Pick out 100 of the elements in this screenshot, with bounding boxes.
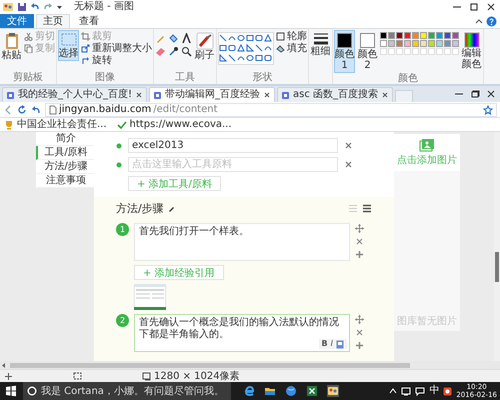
format-button[interactable]: I	[330, 339, 333, 349]
step-text-field[interactable]: 首先确认一个概念是我们的输入法默认的情况下都是半角输入的。 B I	[134, 314, 350, 352]
palette-swatch[interactable]	[436, 40, 443, 47]
palette-swatch[interactable]	[428, 40, 435, 47]
browser-tab[interactable]: 我的经验_个人中心_百度!	[2, 87, 148, 102]
image-icon[interactable]	[336, 340, 344, 348]
close-icon[interactable]	[135, 91, 144, 99]
fill-icon	[276, 44, 285, 52]
palette-swatch[interactable]	[444, 40, 451, 47]
star-icon[interactable]	[483, 104, 493, 114]
browser-tab[interactable]: 带动编辑网_百度经验	[149, 87, 276, 102]
text-tool-icon[interactable]	[181, 33, 192, 44]
copy-icon	[24, 44, 33, 52]
fill-bucket-icon[interactable]	[168, 33, 179, 44]
plus-icon[interactable]	[355, 250, 364, 259]
page-icon	[6, 90, 15, 100]
ribbon-tab[interactable]: 主页	[36, 14, 70, 28]
spreadsheet-icon[interactable]	[306, 385, 318, 397]
back-icon[interactable]	[3, 104, 13, 114]
edge-icon[interactable]	[243, 385, 255, 397]
browser-tab[interactable]: asc 函数_百度搜索	[277, 87, 394, 102]
scrollbar-thumb[interactable]	[10, 362, 410, 368]
color-slot[interactable]: 颜色 1	[334, 30, 355, 73]
network-icon[interactable]	[401, 386, 412, 396]
folder-icon[interactable]	[264, 385, 276, 397]
close-icon[interactable]	[381, 91, 390, 99]
tool-field[interactable]: excel2013	[128, 138, 338, 153]
resize-button[interactable]: 重新调整大小	[81, 42, 152, 54]
move-icon[interactable]	[355, 315, 364, 324]
rotate-button[interactable]: 旋转	[81, 54, 152, 66]
palette-swatch[interactable]	[452, 40, 459, 47]
caret-up-icon[interactable]	[389, 387, 398, 395]
paint-app-icon[interactable]	[327, 385, 339, 397]
color-slot[interactable]: 颜色 2	[357, 30, 378, 73]
undo-icon[interactable]	[31, 104, 41, 114]
color-wheel-icon	[464, 32, 480, 48]
group-label: 图像	[94, 72, 116, 84]
bookmark[interactable]: https://www.ecova...	[116, 118, 232, 130]
palette-swatch[interactable]	[380, 40, 387, 47]
globe-icon[interactable]	[285, 385, 297, 397]
line-width-button[interactable]: 粗细	[310, 30, 331, 59]
paste-button[interactable]: 粘贴	[1, 30, 22, 63]
palette-swatch[interactable]	[396, 32, 403, 39]
palette-swatch[interactable]	[428, 32, 435, 39]
input-method[interactable]: 中	[429, 385, 440, 397]
page-icon	[49, 104, 57, 114]
plus-icon[interactable]	[355, 341, 364, 350]
palette-swatch[interactable]	[380, 32, 387, 39]
save-icon[interactable]	[17, 2, 27, 12]
canvas-size-text: 1280 × 1024像素	[154, 370, 240, 382]
palette-swatch[interactable]	[388, 32, 395, 39]
palette-swatch[interactable]	[412, 32, 419, 39]
edit-colors-button[interactable]: 编辑颜色	[461, 30, 482, 72]
shapes-gallery-drawing[interactable]	[218, 32, 274, 65]
palette-swatch[interactable]	[388, 40, 395, 47]
brushes-button[interactable]: 刷子	[194, 30, 215, 63]
scrollbar-thumb[interactable]	[495, 252, 499, 282]
palette-swatch[interactable]	[396, 40, 403, 47]
address-field[interactable]: jingyan.baidu.com /edit/content	[45, 102, 497, 116]
group-label: 颜色	[397, 73, 419, 84]
crosshair-icon	[4, 372, 13, 380]
step-text-field[interactable]: 首先我们打开一个样表。	[134, 223, 350, 261]
app-tray-icon[interactable]	[443, 386, 452, 396]
page-icon	[281, 90, 290, 100]
scissors-icon	[24, 32, 33, 40]
palette-swatch[interactable]	[452, 32, 459, 39]
bookmark[interactable]: 中国企业社会责任...	[4, 118, 107, 130]
chat-icon[interactable]	[415, 386, 426, 396]
palette-swatch[interactable]	[404, 32, 411, 39]
palette-swatch[interactable]	[444, 32, 451, 39]
section-title: 方法/步骤	[116, 200, 164, 216]
windows-logo-icon[interactable]	[5, 385, 17, 397]
palette-swatch[interactable]	[420, 40, 427, 47]
ribbon-tab[interactable]: 文件	[0, 14, 34, 28]
help-icon[interactable]	[486, 16, 497, 26]
edit-icon[interactable]	[168, 204, 175, 212]
format-button[interactable]: B	[322, 339, 328, 349]
tool-field[interactable]: 点击这里输入工具原料	[128, 157, 338, 172]
undo-icon[interactable]	[30, 2, 40, 12]
selection-icon	[60, 32, 78, 48]
canvas-size-icon	[142, 372, 151, 380]
list-icon[interactable]	[362, 204, 372, 212]
refresh-icon[interactable]	[17, 104, 27, 114]
ribbon-tab[interactable]: 查看	[72, 14, 106, 28]
color-picker-icon[interactable]	[168, 46, 179, 57]
move-icon[interactable]	[355, 224, 364, 233]
group-label: 剪贴板	[12, 72, 44, 84]
palette-swatch[interactable]	[404, 40, 411, 47]
outline-button[interactable]: 轮廓	[276, 30, 307, 42]
select-button[interactable]: 选择	[58, 30, 79, 61]
close-icon[interactable]	[263, 91, 272, 99]
magnifier-icon[interactable]	[181, 46, 192, 57]
window-title: 无标题 - 画图	[74, 1, 134, 13]
palette-swatch[interactable]	[436, 32, 443, 39]
step-number: 1	[116, 223, 129, 236]
palette-swatch[interactable]	[412, 40, 419, 47]
palette-swatch[interactable]	[420, 32, 427, 39]
search-box[interactable]: 我是 Cortana，小娜。有问题尽管问我。	[23, 382, 231, 400]
fill-button[interactable]: 填充	[276, 42, 307, 54]
crop-icon	[81, 32, 90, 40]
